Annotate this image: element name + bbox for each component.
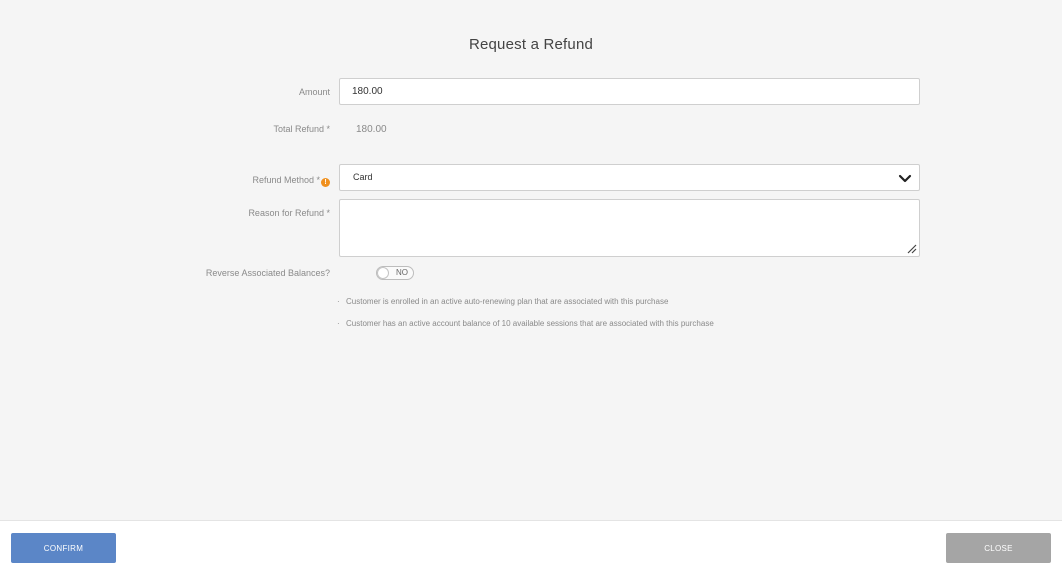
note-text: Customer is enrolled in an active auto-r… [346, 297, 669, 306]
toggle-knob [377, 267, 389, 279]
modal-body: Request a Refund Amount Total Refund * 1… [0, 0, 1062, 520]
refund-method-label: Refund Method * [252, 175, 320, 185]
total-refund-label: Total Refund * [273, 124, 330, 134]
reason-label: Reason for Refund * [248, 208, 330, 218]
reverse-balances-toggle[interactable]: NO [376, 266, 414, 280]
dialog-title: Request a Refund [468, 36, 594, 53]
reason-textarea[interactable] [339, 199, 920, 257]
notes-list: · Customer is enrolled in an active auto-… [337, 296, 714, 340]
resize-handle-icon[interactable] [905, 242, 917, 254]
chevron-down-icon [898, 174, 912, 183]
refund-method-select[interactable]: Card [339, 164, 920, 191]
dialog-footer: CONFIRM CLOSE [0, 520, 1062, 570]
total-refund-value: 180.00 [356, 124, 387, 135]
list-item: · Customer is enrolled in an active auto-… [337, 297, 669, 306]
amount-input[interactable] [339, 78, 920, 105]
confirm-button[interactable]: CONFIRM [11, 533, 116, 563]
note-text: Customer has an active account balance o… [346, 319, 714, 328]
amount-label: Amount [298, 87, 330, 97]
refund-method-value: Card [353, 172, 373, 182]
info-icon[interactable]: ! [321, 178, 330, 187]
reverse-balances-label: Reverse Associated Balances? [205, 268, 330, 278]
close-button[interactable]: CLOSE [946, 533, 1051, 563]
list-item: · Customer has an active account balance … [337, 319, 714, 328]
toggle-state-text: NO [396, 268, 408, 277]
refund-method-label-row: Refund Method *! [252, 175, 330, 187]
